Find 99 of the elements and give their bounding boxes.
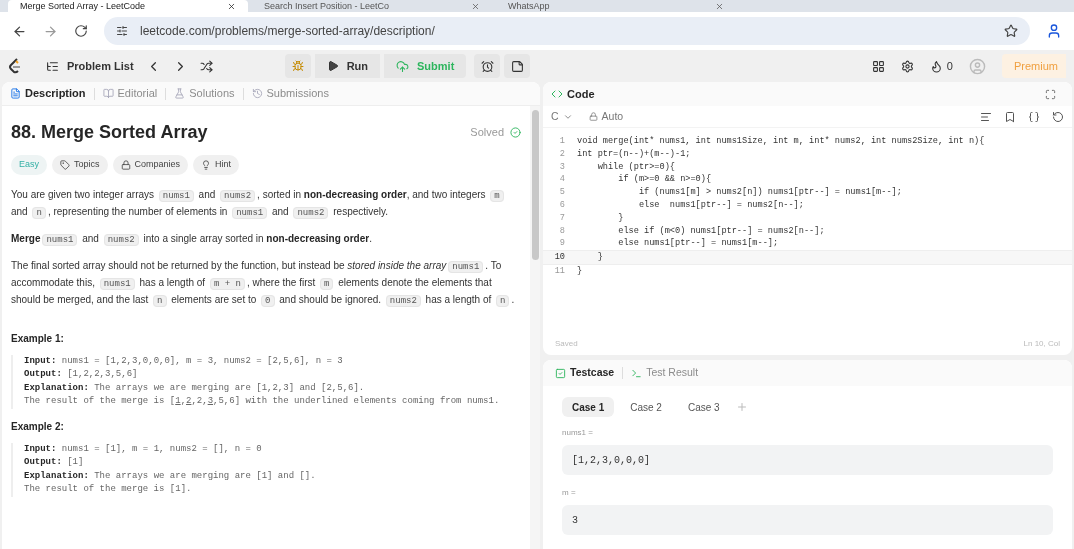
- parameter-input[interactable]: [1,2,3,0,0,0]: [562, 445, 1053, 475]
- flame-icon[interactable]: [929, 59, 943, 73]
- panel-tab[interactable]: Testcase: [555, 365, 615, 381]
- solved-status: Solved: [470, 125, 504, 141]
- panel-tab[interactable]: Description: [10, 85, 86, 102]
- streak-count: 0: [946, 58, 953, 74]
- code-line: }: [577, 264, 583, 278]
- address-bar[interactable]: leetcode.com/problems/merge-sorted-array/description/: [104, 17, 1030, 45]
- parameter-input[interactable]: 3: [562, 505, 1053, 535]
- browser-tab[interactable]: Search Insert Position - LeetCo: [252, 0, 492, 12]
- line-number: 5: [558, 186, 566, 199]
- settings-icon[interactable]: [900, 59, 914, 73]
- example-line: The result of the merge is [1,2,2,3,5,6] with the underlined elements coming from nums1.: [24, 395, 501, 408]
- code-line: if (m>=0 && n>=0){: [617, 173, 712, 187]
- line-number: 9: [558, 237, 566, 251]
- parameter-label: nums1 =: [562, 427, 594, 439]
- reset-icon[interactable]: [1052, 110, 1064, 123]
- logo-icon[interactable]: [8, 58, 22, 74]
- line-number: 11: [553, 264, 566, 278]
- case-tab[interactable]: Case 1: [562, 397, 615, 417]
- braces-icon[interactable]: [1028, 110, 1040, 123]
- line-number: 3: [558, 160, 566, 174]
- line-number: 6: [558, 199, 566, 212]
- line-number: 4: [558, 173, 566, 187]
- example-line: The result of the merge is [1].: [24, 483, 193, 496]
- case-tab[interactable]: Case 3: [677, 397, 730, 417]
- code-line: }: [617, 211, 624, 225]
- line-number: 8: [558, 224, 566, 238]
- cloud-upload-icon: [396, 59, 409, 73]
- example-line: Explanation: The arrays we are merging are [1] and [].: [24, 469, 317, 483]
- line-number: 10: [553, 251, 566, 264]
- close-icon[interactable]: [715, 1, 724, 11]
- notes-button[interactable]: [504, 54, 531, 78]
- bookmark-icon[interactable]: [1004, 110, 1016, 123]
- tag-button[interactable]: Topics: [52, 155, 108, 175]
- tab-icon: [555, 367, 566, 379]
- mode-label: Auto: [601, 108, 624, 124]
- scrollbar[interactable]: [530, 106, 540, 549]
- example-heading: Example 2:: [11, 419, 65, 434]
- close-icon[interactable]: [471, 1, 480, 11]
- example-line: Explanation: The arrays we are merging are [1,2,3] and [2,5,6].: [24, 381, 366, 395]
- description-paragraph: Merge nums1 and nums2 into a single array sorted in non-decreasing order.: [11, 231, 373, 248]
- tab-icon: [102, 88, 114, 99]
- browser-tab[interactable]: WhatsApp: [496, 0, 736, 12]
- layout-icon[interactable]: [871, 59, 885, 73]
- code-line: else nums1[ptr--] = nums1[m--];: [617, 237, 779, 251]
- code-line: else if (m<0) nums1[ptr--] = nums2[n--];: [617, 224, 825, 238]
- language-selector[interactable]: C: [551, 108, 573, 125]
- example-heading: Example 1:: [11, 331, 65, 346]
- panel-title: Code: [567, 86, 595, 102]
- code-line: if (nums1[m] > nums2[n]) nums1[ptr--] = nums1[m--];: [637, 186, 902, 199]
- tab-icon: [631, 367, 643, 379]
- code-line: while (ptr>=0){: [596, 160, 675, 174]
- tab-icon: [10, 88, 21, 99]
- example-line: Input: nums1 = [1], m = 1, nums2 = [], n = 0: [24, 442, 263, 456]
- site-settings-icon[interactable]: [116, 25, 128, 37]
- forward-icon[interactable]: [43, 23, 58, 39]
- description-paragraph: You are given two integer arrays nums1 and nums2 , sorted in non-decreasing order, and two integers m and n , representing the number of elements in nums1 and nums2 respectively.: [11, 186, 521, 221]
- bug-icon: [291, 60, 304, 72]
- description-paragraph: The final sorted array should not be returned by the function, but instead be stored inside the array nums1 . To accommodate this, nums1 has a length of m + n , where the first m elements denote the elements that should be merged, and the last n elements are set to 0 and should be ignored. nums2 has a length of n .: [11, 258, 516, 309]
- profile-icon[interactable]: [1046, 23, 1062, 39]
- timer-button[interactable]: [474, 54, 501, 78]
- format-icon[interactable]: [980, 110, 992, 123]
- code-line: int ptr=(n--)+(m--)-1;: [577, 147, 691, 161]
- tab-icon: [174, 88, 186, 99]
- reload-icon[interactable]: [74, 24, 88, 38]
- tag-button[interactable]: Companies: [112, 155, 189, 175]
- lock-icon: [588, 112, 598, 121]
- tag-button[interactable]: Hint: [193, 155, 240, 175]
- back-icon[interactable]: [12, 23, 27, 39]
- list-icon: [46, 59, 59, 73]
- code-line: void merge(int* nums1, int nums1Size, int m, int* nums2, int nums2Size, int n){: [577, 135, 985, 148]
- close-icon[interactable]: [227, 1, 236, 11]
- check-icon: [510, 127, 521, 138]
- save-status: Saved: [555, 338, 578, 350]
- code-line: else nums1[ptr--] = nums2[n--];: [637, 199, 804, 212]
- example-line: Output: [1]: [24, 456, 85, 469]
- case-tab[interactable]: Case 2: [620, 397, 672, 417]
- note-icon: [510, 59, 524, 73]
- browser-tab[interactable]: Merge Sorted Array - LeetCode: [8, 0, 248, 12]
- bookmark-star-icon[interactable]: [1004, 24, 1018, 38]
- line-number: 1: [558, 135, 566, 148]
- problem-title: 88. Merge Sorted Array: [11, 121, 208, 144]
- play-icon: [326, 60, 339, 72]
- alarm-clock-icon: [480, 59, 494, 73]
- difficulty-badge: Easy: [11, 155, 47, 175]
- line-number: 2: [558, 147, 566, 161]
- code-line: }: [596, 251, 603, 264]
- tab-icon: [251, 88, 263, 99]
- example-line: Input: nums1 = [1,2,3,0,0,0], m = 3, nums2 = [2,5,6], n = 3: [24, 354, 344, 368]
- code-icon: [551, 88, 563, 100]
- run-button[interactable]: Run: [314, 54, 380, 78]
- problem-list-button[interactable]: Problem List: [46, 57, 134, 75]
- parameter-label: m =: [562, 487, 577, 499]
- debug-button[interactable]: [284, 54, 311, 78]
- example-line: Output: [1,2,2,3,5,6]: [24, 368, 139, 381]
- shuffle-icon[interactable]: [199, 59, 213, 73]
- line-number: 7: [558, 211, 566, 225]
- maximize-icon[interactable]: [1045, 88, 1056, 100]
